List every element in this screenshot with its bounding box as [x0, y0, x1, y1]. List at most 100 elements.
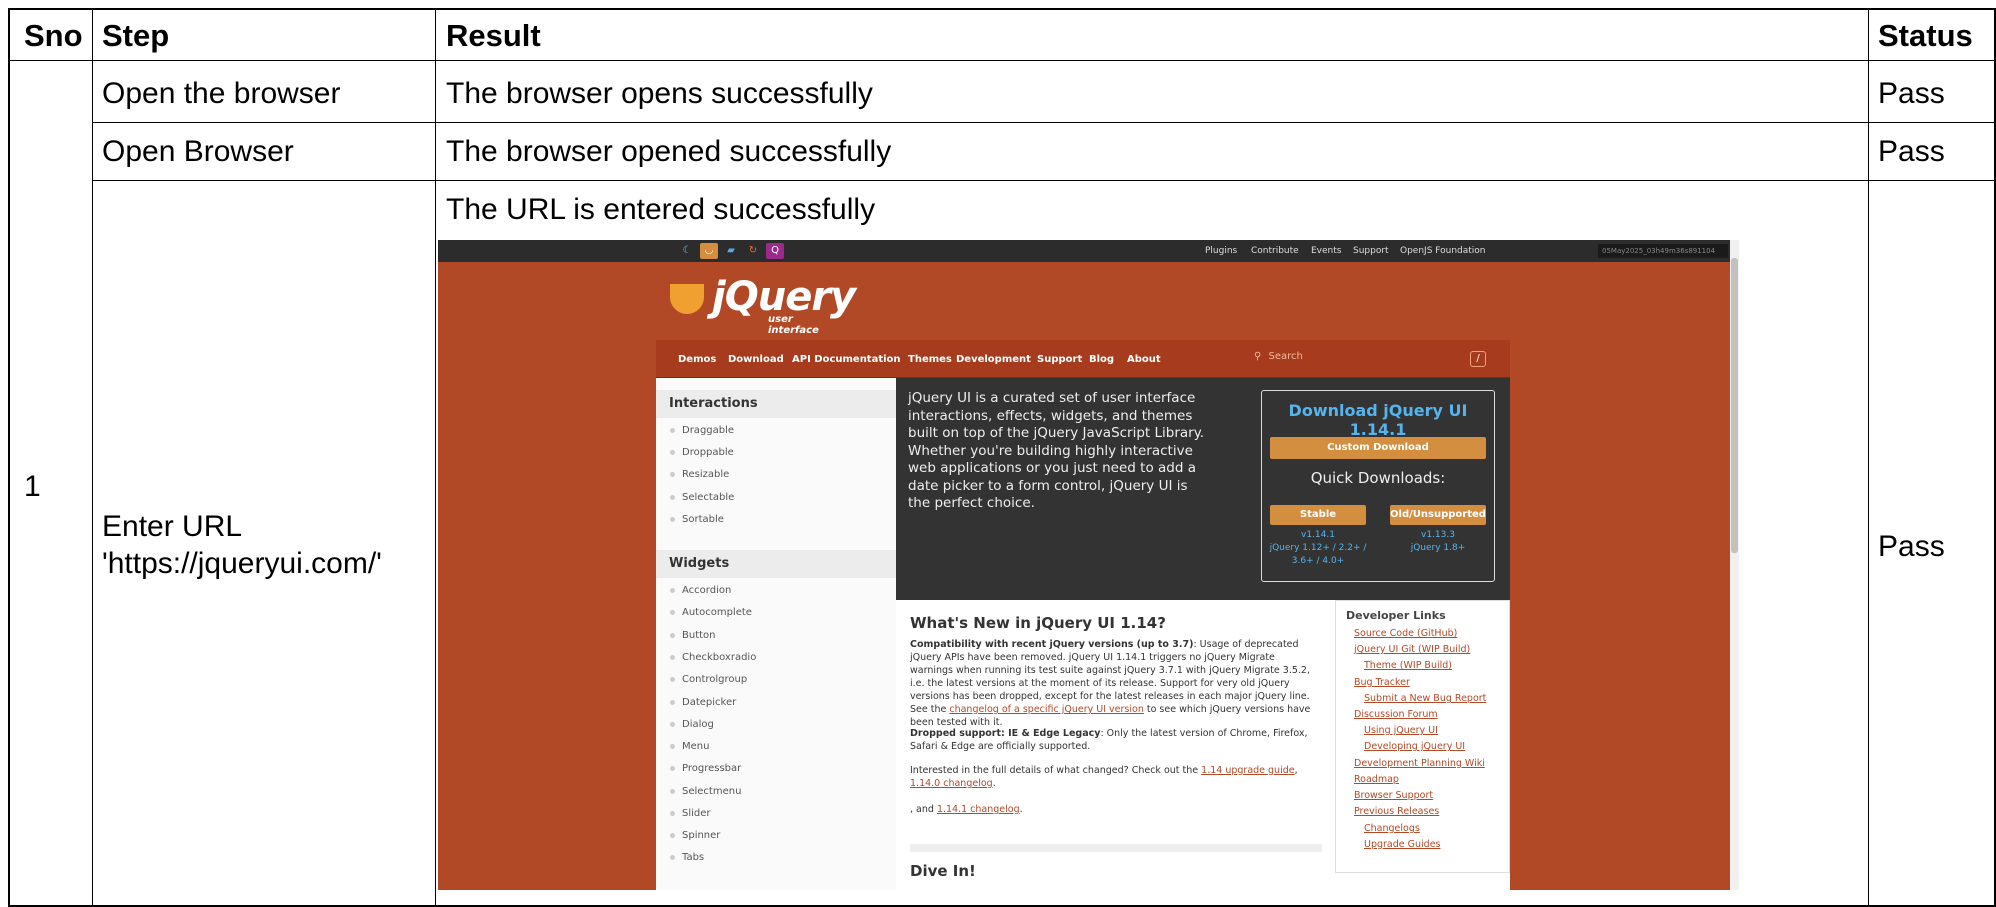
sizzle-project-icon[interactable]: Q	[766, 243, 784, 259]
dev-link-changelogs[interactable]: Changelogs	[1364, 823, 1420, 834]
changelog-1141-link[interactable]: 1.14.1 changelog	[937, 804, 1020, 815]
sidebar-item-accordion[interactable]: Accordion	[670, 585, 731, 596]
old-version[interactable]: v1.13.3	[1378, 529, 1498, 542]
dev-link-roadmap[interactable]: Roadmap	[1354, 774, 1399, 785]
dev-link-git-wip[interactable]: jQuery UI Git (WIP Build)	[1354, 644, 1470, 655]
nav-support[interactable]: Support	[1037, 354, 1082, 365]
intro-text: jQuery UI is a curated set of user inter…	[908, 390, 1205, 511]
details-sep: ,	[1294, 765, 1298, 776]
developer-links-panel: Developer Links Source Code (GitHub) jQu…	[1335, 600, 1510, 873]
sidebar-item-tabs[interactable]: Tabs	[670, 852, 704, 863]
nav-about[interactable]: About	[1127, 354, 1161, 365]
changelog-1140-link[interactable]: 1.14.0 changelog	[910, 778, 993, 789]
dev-link-submit-bug[interactable]: Submit a New Bug Report	[1364, 693, 1486, 704]
grid-line	[1868, 10, 1869, 905]
details-paragraph: Interested in the full details of what c…	[910, 764, 1320, 790]
grid-line	[435, 10, 436, 905]
dev-link-upgrade-guides[interactable]: Upgrade Guides	[1364, 839, 1440, 850]
developer-links-title: Developer Links	[1346, 609, 1446, 622]
dev-link-planning-wiki[interactable]: Development Planning Wiki	[1354, 758, 1485, 769]
logo-icon	[670, 284, 704, 314]
sidebar-item-sortable[interactable]: Sortable	[670, 514, 724, 525]
dev-link-using-jqueryui[interactable]: Using jQuery UI	[1364, 725, 1438, 736]
upgrade-guide-link[interactable]: 1.14 upgrade guide	[1201, 765, 1294, 776]
sidebar-item-autocomplete[interactable]: Autocomplete	[670, 607, 752, 618]
old-unsupported-button[interactable]: Old/Unsupported	[1390, 505, 1486, 525]
dev-link-theme-wip[interactable]: Theme (WIP Build)	[1364, 660, 1452, 671]
timestamp-overlay: 05May2025_03h49m36s891104	[1598, 244, 1728, 258]
scrollbar-thumb[interactable]	[1731, 258, 1738, 553]
sidebar-item-checkboxradio[interactable]: Checkboxradio	[670, 652, 756, 663]
sidebar-item-droppable[interactable]: Droppable	[670, 447, 734, 458]
stable-compat-line2: 3.6+ / 4.0+	[1291, 556, 1345, 566]
sidebar-item-selectable[interactable]: Selectable	[670, 492, 734, 503]
header-status: Status	[1878, 18, 1973, 53]
sidebar-item-datepicker[interactable]: Datepicker	[670, 697, 736, 708]
sidebar-item-button[interactable]: Button	[670, 630, 716, 641]
jqueryui-project-icon[interactable]: ◡	[700, 243, 718, 259]
sidebar-item-slider[interactable]: Slider	[670, 808, 711, 819]
changelog-specific-link[interactable]: changelog of a specific jQuery UI versio…	[949, 704, 1144, 715]
details-end: .	[992, 778, 996, 789]
step-cell: Open the browser	[102, 77, 341, 110]
dev-link-discussion-forum[interactable]: Discussion Forum	[1354, 709, 1438, 720]
sidebar-item-spinner[interactable]: Spinner	[670, 830, 720, 841]
nav-themes[interactable]: Themes	[908, 354, 952, 365]
page-scrollbar[interactable]	[1730, 240, 1739, 890]
main-nav: Demos Download API Documentation Themes …	[656, 340, 1510, 378]
sidebar-item-dialog[interactable]: Dialog	[670, 719, 714, 730]
dev-link-source-code[interactable]: Source Code (GitHub)	[1354, 628, 1457, 639]
sno-value: 1	[24, 470, 41, 503]
grid-line	[92, 10, 93, 905]
sidebar-item-resizable[interactable]: Resizable	[670, 469, 729, 480]
sidebar: Interactions Draggable Droppable Resizab…	[656, 378, 896, 890]
qunit-project-icon[interactable]: ↻	[744, 243, 762, 259]
dev-link-bug-tracker[interactable]: Bug Tracker	[1354, 677, 1410, 688]
changelog-paragraph: , and 1.14.1 changelog.	[910, 803, 1320, 816]
sidebar-item-controlgroup[interactable]: Controlgroup	[670, 674, 747, 685]
top-link-plugins[interactable]: Plugins	[1205, 246, 1237, 256]
sidebar-item-draggable[interactable]: Draggable	[670, 425, 734, 436]
custom-download-button[interactable]: Custom Download	[1270, 437, 1486, 459]
grid-line	[92, 122, 1994, 123]
nav-demos[interactable]: Demos	[678, 354, 716, 365]
details-text: Interested in the full details of what c…	[910, 765, 1202, 776]
nav-download[interactable]: Download	[728, 354, 784, 365]
logo-subtext: user interface	[768, 314, 819, 336]
dive-in-heading: Dive In!	[910, 862, 976, 880]
sidebar-heading-interactions: Interactions	[656, 390, 896, 418]
whats-new-heading: What's New in jQuery UI 1.14?	[910, 614, 1166, 632]
compat-bold: Compatibility with recent jQuery version…	[910, 639, 1194, 650]
result-cell: The browser opened successfully	[446, 135, 892, 168]
sidebar-item-progressbar[interactable]: Progressbar	[670, 763, 741, 774]
search-input[interactable]: ⚲ Search	[1254, 351, 1303, 362]
step-cell-line2: 'https://jqueryui.com/'	[102, 547, 382, 580]
header-sno: Sno	[24, 18, 83, 53]
jquery-mobile-project-icon[interactable]: ▰	[722, 243, 740, 259]
stable-compat-line1: jQuery 1.12+ / 2.2+ /	[1269, 543, 1367, 553]
dev-link-previous-releases[interactable]: Previous Releases	[1354, 806, 1439, 817]
top-link-contribute[interactable]: Contribute	[1251, 246, 1299, 256]
status-cell: Pass	[1878, 135, 1945, 168]
nav-api-documentation[interactable]: API Documentation	[792, 354, 901, 365]
sidebar-item-menu[interactable]: Menu	[670, 741, 709, 752]
top-link-support[interactable]: Support	[1353, 246, 1389, 256]
top-link-events[interactable]: Events	[1311, 246, 1341, 256]
nav-development[interactable]: Development	[956, 354, 1031, 365]
stable-button[interactable]: Stable	[1270, 505, 1366, 525]
intro-panel: jQuery UI is a curated set of user inter…	[896, 378, 1510, 600]
dev-link-browser-support[interactable]: Browser Support	[1354, 790, 1433, 801]
dev-link-developing-jqueryui[interactable]: Developing jQuery UI	[1364, 741, 1465, 752]
search-icon: ⚲	[1254, 351, 1262, 362]
grid-line	[92, 180, 1994, 181]
download-box: Download jQuery UI 1.14.1 Custom Downloa…	[1261, 390, 1495, 582]
nav-blog[interactable]: Blog	[1089, 354, 1114, 365]
old-compat: jQuery 1.8+	[1410, 543, 1466, 553]
stable-version[interactable]: v1.14.1	[1258, 529, 1378, 542]
dropped-support-paragraph: Dropped support: IE & Edge Legacy: Only …	[910, 727, 1320, 753]
sidebar-heading-widgets: Widgets	[656, 550, 896, 578]
top-link-openjs[interactable]: OpenJS Foundation	[1400, 246, 1486, 256]
download-title[interactable]: Download jQuery UI 1.14.1	[1262, 401, 1494, 439]
sidebar-item-selectmenu[interactable]: Selectmenu	[670, 786, 741, 797]
jquery-project-icon[interactable]: ☾	[678, 243, 696, 259]
